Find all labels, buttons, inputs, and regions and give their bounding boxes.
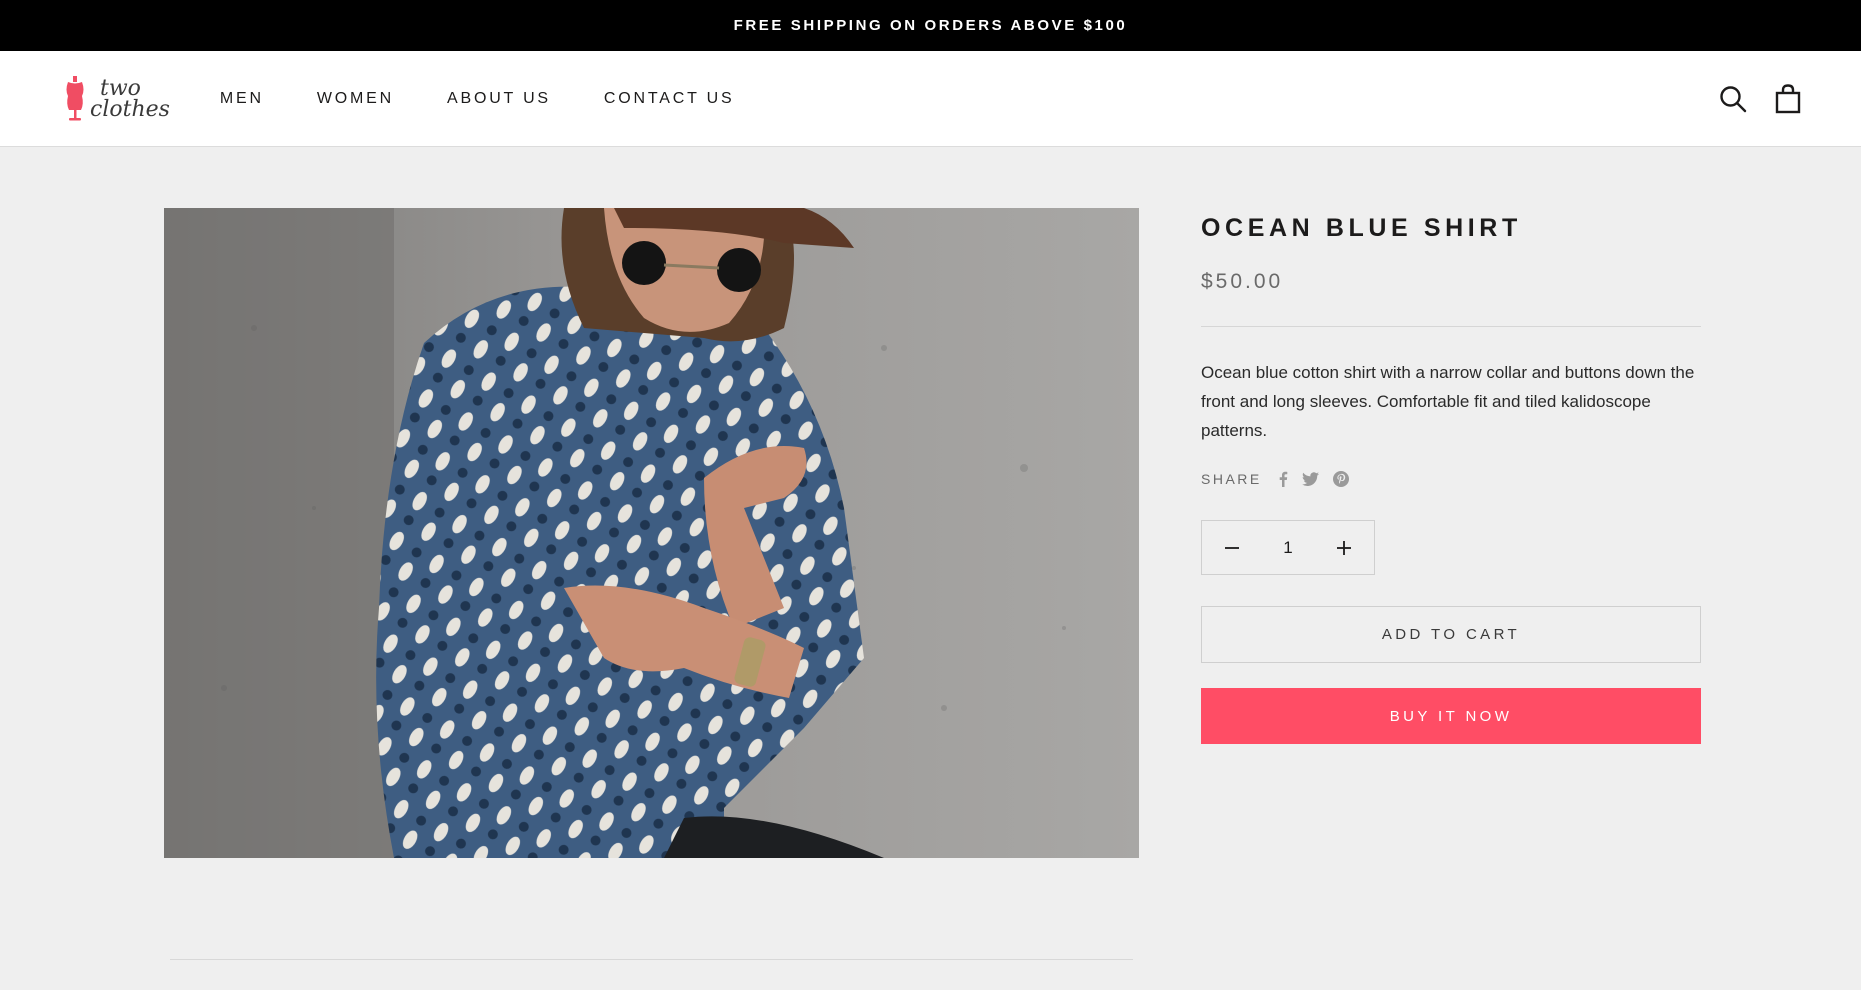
twitter-icon[interactable] [1301,472,1319,486]
product-price: $50.00 [1201,270,1284,293]
main-nav: MEN WOMEN ABOUT US CONTACT US [220,90,788,108]
nav-men[interactable]: MEN [220,90,264,108]
price-divider [1201,326,1701,327]
section-divider [170,959,1133,960]
product-page: OCEAN BLUE SHIRT $50.00 Ocean blue cotto… [0,147,1861,990]
search-icon[interactable] [1719,85,1747,113]
nav-contact-us[interactable]: CONTACT US [604,90,735,108]
site-header: two clothes MEN WOMEN ABOUT US CONTACT U… [0,51,1861,147]
product-image[interactable] [164,208,1139,858]
header-actions [1691,51,1801,147]
shopping-bag-icon[interactable] [1775,84,1801,114]
quantity-input[interactable] [1268,537,1308,558]
buy-it-now-button[interactable]: BUY IT NOW [1201,688,1701,744]
dress-form-icon [66,75,84,120]
share-row: SHARE [1201,471,1701,487]
pinterest-icon[interactable] [1332,471,1349,487]
nav-women[interactable]: WOMEN [317,90,394,108]
announcement-bar: FREE SHIPPING ON ORDERS ABOVE $100 [0,0,1861,51]
increase-quantity-button[interactable] [1336,540,1352,556]
logo[interactable]: two clothes [64,75,170,122]
announcement-text: FREE SHIPPING ON ORDERS ABOVE $100 [733,17,1128,34]
product-description: Ocean blue cotton shirt with a narrow co… [1201,363,1695,440]
facebook-icon[interactable] [1278,471,1288,487]
logo-wordmark: two clothes [90,75,170,122]
share-label: SHARE [1201,471,1262,487]
decrease-quantity-button[interactable] [1224,540,1240,556]
add-to-cart-button[interactable]: ADD TO CART [1201,606,1701,663]
quantity-stepper [1201,520,1375,575]
product-info: OCEAN BLUE SHIRT $50.00 Ocean blue cotto… [1201,208,1701,744]
product-title: OCEAN BLUE SHIRT [1201,214,1522,242]
nav-about-us[interactable]: ABOUT US [447,90,551,108]
